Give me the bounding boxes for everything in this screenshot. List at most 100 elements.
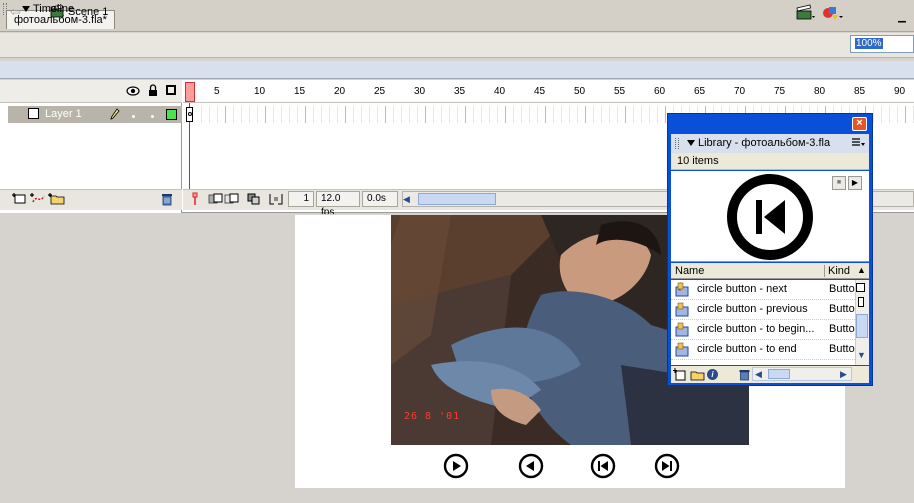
frame-cell[interactable]	[898, 106, 906, 123]
options-menu-icon[interactable]	[851, 137, 865, 149]
frame-cell[interactable]	[514, 106, 522, 123]
scroll-right-arrow-icon[interactable]: ▶	[840, 369, 847, 380]
frame-rate-field[interactable]: 12.0 fps	[316, 191, 360, 218]
frame-cell[interactable]	[642, 106, 650, 123]
frame-cell[interactable]	[258, 106, 266, 123]
frame-cell[interactable]	[194, 106, 202, 123]
frame-cell[interactable]	[594, 106, 602, 123]
preview-play-icon[interactable]: ▶	[848, 176, 862, 190]
properties-icon[interactable]: i	[707, 369, 718, 380]
frame-cell[interactable]	[530, 106, 538, 123]
frame-cell[interactable]	[626, 106, 634, 123]
frame-cell[interactable]	[242, 106, 250, 123]
library-item[interactable]: circle button - previous Button	[671, 300, 855, 320]
collapse-triangle-icon[interactable]	[687, 140, 695, 146]
play-button[interactable]	[443, 453, 469, 479]
frame-cell[interactable]	[346, 106, 354, 123]
zoom-input[interactable]: 100%	[850, 35, 914, 53]
frame-cell[interactable]	[410, 106, 418, 123]
frame-cell[interactable]	[506, 106, 514, 123]
panel-grip-icon[interactable]	[675, 138, 679, 149]
frame-cell[interactable]	[490, 106, 498, 123]
onion-skin-icon[interactable]	[208, 192, 224, 206]
trash-icon[interactable]	[738, 368, 751, 381]
frame-cell[interactable]	[650, 106, 658, 123]
frame-cell[interactable]	[482, 106, 490, 123]
frame-cell[interactable]	[322, 106, 330, 123]
frame-cell[interactable]	[290, 106, 298, 123]
frame-cell[interactable]	[554, 106, 562, 123]
frame-cell[interactable]	[874, 106, 882, 123]
frame-cell[interactable]	[338, 106, 346, 123]
frame-cell[interactable]	[610, 106, 618, 123]
timeline-scroll-thumb[interactable]	[418, 193, 496, 205]
previous-button[interactable]	[518, 453, 544, 479]
frame-cell[interactable]	[362, 106, 370, 123]
timeline-panel-header[interactable]	[0, 61, 914, 79]
library-item[interactable]: circle button - to begin... Button	[671, 320, 855, 340]
sort-arrow-icon[interactable]: ▲	[857, 265, 866, 275]
frame-cell[interactable]	[890, 106, 898, 123]
to-end-button[interactable]	[654, 453, 680, 479]
frame-cell[interactable]	[202, 106, 210, 123]
frame-cell[interactable]	[474, 106, 482, 123]
frame-cell[interactable]	[354, 106, 362, 123]
new-folder-icon[interactable]	[689, 368, 705, 381]
frame-cell[interactable]	[538, 106, 546, 123]
layer-name[interactable]: Layer 1	[45, 108, 82, 120]
narrow-view-icon[interactable]	[858, 297, 864, 307]
frame-cell[interactable]	[218, 106, 226, 123]
frame-cell[interactable]	[658, 106, 666, 123]
frame-cell[interactable]	[458, 106, 466, 123]
column-name[interactable]: Name	[675, 265, 704, 277]
edit-scene-icon[interactable]	[796, 4, 816, 21]
wide-view-icon[interactable]	[856, 283, 865, 292]
frame-cell[interactable]	[274, 106, 282, 123]
frame-cell[interactable]	[450, 106, 458, 123]
frame-cell[interactable]	[442, 106, 450, 123]
scroll-left-arrow-icon[interactable]: ◀	[755, 369, 762, 380]
window-minimize-icon[interactable]: ▁	[894, 12, 910, 24]
frame-cell[interactable]	[266, 106, 274, 123]
library-hscroll-thumb[interactable]	[768, 369, 790, 379]
panel-grip-icon[interactable]	[3, 3, 7, 15]
frame-cell[interactable]	[418, 106, 426, 123]
frame-cell[interactable]	[306, 106, 314, 123]
scroll-down-arrow-icon[interactable]: ▼	[857, 350, 866, 360]
frame-cell[interactable]	[906, 106, 914, 123]
frame-cell[interactable]	[498, 106, 506, 123]
layer-outline-color[interactable]	[166, 109, 177, 120]
frame-cell[interactable]	[370, 106, 378, 123]
close-icon[interactable]: ×	[852, 117, 867, 131]
frame-cell[interactable]	[394, 106, 402, 123]
insert-folder-icon[interactable]	[48, 192, 66, 206]
frame-cell[interactable]	[386, 106, 394, 123]
frame-cell[interactable]	[378, 106, 386, 123]
lock-dot[interactable]	[151, 115, 154, 118]
frame-cell[interactable]	[234, 106, 242, 123]
frame-cell[interactable]	[250, 106, 258, 123]
frame-cell[interactable]	[618, 106, 626, 123]
frame-cell[interactable]	[882, 106, 890, 123]
frame-cell[interactable]	[330, 106, 338, 123]
frame-cell[interactable]	[522, 106, 530, 123]
frame-cell[interactable]	[314, 106, 322, 123]
playhead[interactable]	[185, 82, 195, 102]
new-symbol-icon[interactable]	[673, 368, 687, 381]
trash-icon[interactable]	[160, 192, 174, 206]
add-motion-guide-icon[interactable]	[30, 192, 46, 206]
frame-cell[interactable]	[426, 106, 434, 123]
frame-cell[interactable]	[570, 106, 578, 123]
frame-cell[interactable]	[434, 106, 442, 123]
to-beginning-button[interactable]	[590, 453, 616, 479]
frame-cell[interactable]	[578, 106, 586, 123]
edit-multiple-frames-icon[interactable]	[246, 192, 262, 206]
frame-cell[interactable]	[226, 106, 234, 123]
center-frame-icon[interactable]	[188, 192, 202, 206]
library-item[interactable]: circle button - to end Button	[671, 340, 855, 360]
frame-cell[interactable]	[562, 106, 570, 123]
frame-cell[interactable]	[602, 106, 610, 123]
frame-cell[interactable]	[298, 106, 306, 123]
frame-cell[interactable]	[546, 106, 554, 123]
frame-cell[interactable]	[402, 106, 410, 123]
